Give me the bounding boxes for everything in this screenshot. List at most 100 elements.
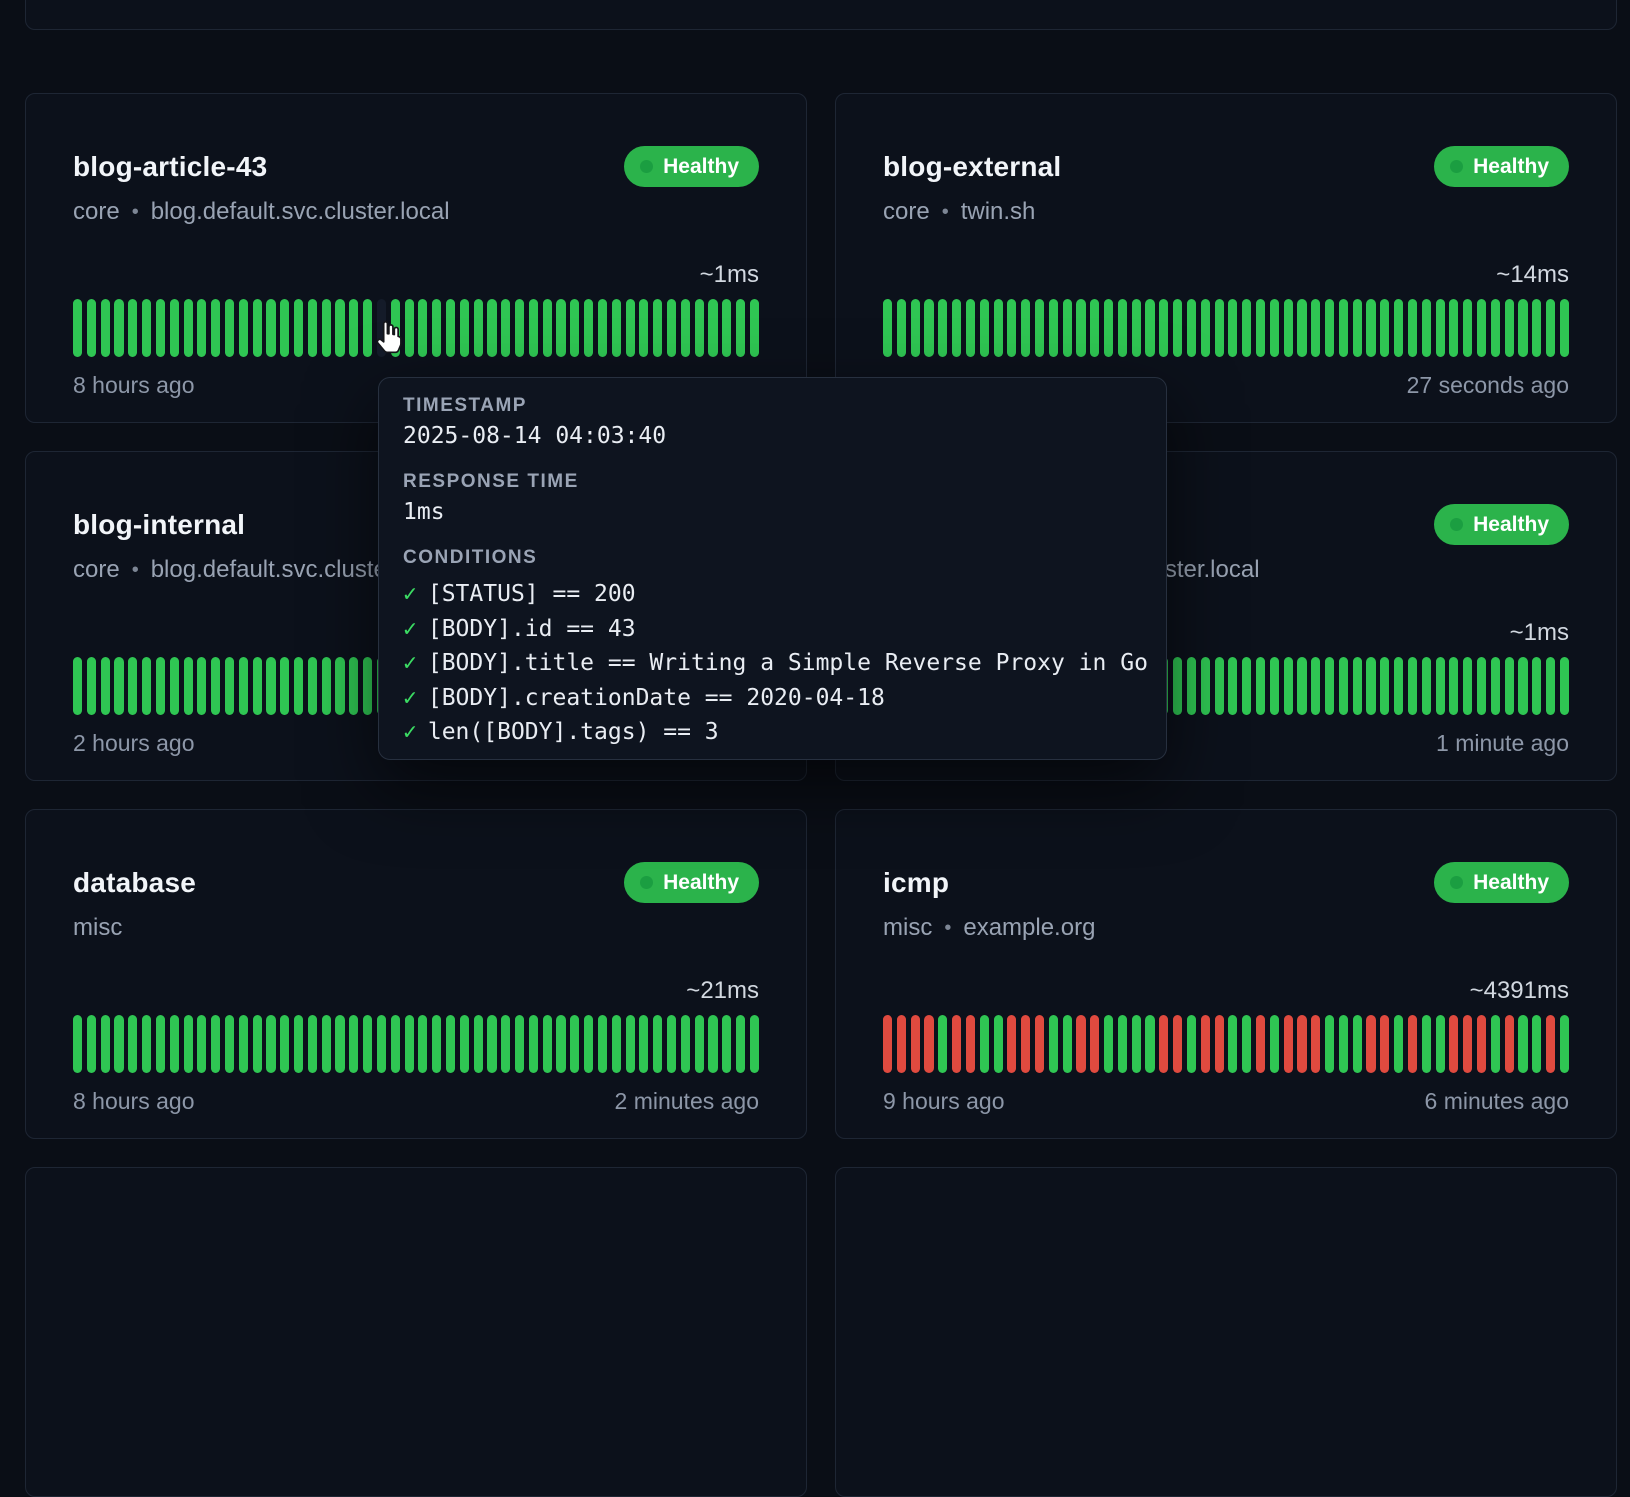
uptime-bar[interactable] <box>156 299 165 357</box>
uptime-bar[interactable] <box>1518 657 1527 715</box>
uptime-bar[interactable] <box>184 299 193 357</box>
uptime-bar[interactable] <box>87 299 96 357</box>
uptime-bar[interactable] <box>1118 1015 1127 1073</box>
uptime-bar[interactable] <box>1449 299 1458 357</box>
uptime-bar[interactable] <box>966 299 975 357</box>
uptime-bar[interactable] <box>377 1015 386 1073</box>
uptime-bar[interactable] <box>501 299 510 357</box>
uptime-bar[interactable] <box>994 299 1003 357</box>
uptime-bar[interactable] <box>1518 1015 1527 1073</box>
uptime-bar[interactable] <box>1546 657 1555 715</box>
uptime-bar[interactable] <box>225 299 234 357</box>
uptime-bar[interactable] <box>1242 299 1251 357</box>
uptime-bar[interactable] <box>1049 1015 1058 1073</box>
uptime-bar[interactable] <box>73 299 82 357</box>
uptime-bar[interactable] <box>1007 299 1016 357</box>
uptime-bar[interactable] <box>501 1015 510 1073</box>
uptime-bar[interactable] <box>1228 657 1237 715</box>
uptime-bar[interactable] <box>211 657 220 715</box>
uptime-bar[interactable] <box>460 299 469 357</box>
uptime-bar[interactable] <box>1297 657 1306 715</box>
uptime-bar[interactable] <box>612 1015 621 1073</box>
uptime-bar[interactable] <box>1325 657 1334 715</box>
uptime-bar[interactable] <box>1201 657 1210 715</box>
uptime-bar[interactable] <box>1021 1015 1030 1073</box>
uptime-bar[interactable] <box>432 299 441 357</box>
uptime-bar[interactable] <box>1132 1015 1141 1073</box>
uptime-bar[interactable] <box>322 657 331 715</box>
uptime-bar[interactable] <box>1297 299 1306 357</box>
uptime-bar[interactable] <box>128 299 137 357</box>
uptime-bar[interactable] <box>1380 299 1389 357</box>
uptime-bar[interactable] <box>418 1015 427 1073</box>
uptime-bar[interactable] <box>924 1015 933 1073</box>
uptime-bar[interactable] <box>938 1015 947 1073</box>
uptime-bar[interactable] <box>211 299 220 357</box>
uptime-bar[interactable] <box>280 657 289 715</box>
uptime-bar[interactable] <box>225 657 234 715</box>
uptime-bar[interactable] <box>239 299 248 357</box>
uptime-bar[interactable] <box>1436 299 1445 357</box>
uptime-bar[interactable] <box>639 1015 648 1073</box>
uptime-bar[interactable] <box>349 657 358 715</box>
uptime-bar[interactable] <box>1546 1015 1555 1073</box>
uptime-bar[interactable] <box>211 1015 220 1073</box>
uptime-bar[interactable] <box>1228 1015 1237 1073</box>
uptime-bar[interactable] <box>1242 1015 1251 1073</box>
uptime-bar[interactable] <box>681 1015 690 1073</box>
uptime-bar[interactable] <box>432 1015 441 1073</box>
uptime-bar[interactable] <box>1049 299 1058 357</box>
uptime-bar[interactable] <box>1021 299 1030 357</box>
uptime-bar[interactable] <box>460 1015 469 1073</box>
uptime-bar[interactable] <box>446 1015 455 1073</box>
uptime-bar[interactable] <box>266 657 275 715</box>
uptime-bar[interactable] <box>239 657 248 715</box>
uptime-bar[interactable] <box>1353 657 1362 715</box>
uptime-bar[interactable] <box>363 1015 372 1073</box>
uptime-bar[interactable] <box>1159 299 1168 357</box>
uptime-bar[interactable] <box>1145 1015 1154 1073</box>
uptime-bar[interactable] <box>1477 299 1486 357</box>
uptime-bar[interactable] <box>335 299 344 357</box>
uptime-bar[interactable] <box>1104 299 1113 357</box>
uptime-bar[interactable] <box>695 299 704 357</box>
uptime-bar[interactable] <box>294 299 303 357</box>
uptime-bar[interactable] <box>73 1015 82 1073</box>
uptime-bar[interactable] <box>253 299 262 357</box>
uptime-bar[interactable] <box>1201 1015 1210 1073</box>
uptime-bar[interactable] <box>1505 657 1514 715</box>
uptime-bar[interactable] <box>1339 657 1348 715</box>
uptime-bar[interactable] <box>1491 657 1500 715</box>
service-card[interactable]: blog-external Healthy core • twin.sh ~14… <box>835 93 1617 423</box>
uptime-bar[interactable] <box>487 299 496 357</box>
uptime-bar[interactable] <box>1187 1015 1196 1073</box>
uptime-bar[interactable] <box>1436 657 1445 715</box>
uptime-bar[interactable] <box>391 1015 400 1073</box>
uptime-bar[interactable] <box>529 1015 538 1073</box>
uptime-bar[interactable] <box>598 299 607 357</box>
uptime-bar[interactable] <box>556 299 565 357</box>
uptime-bar[interactable] <box>1090 299 1099 357</box>
uptime-bar[interactable] <box>1159 1015 1168 1073</box>
uptime-bar[interactable] <box>750 1015 759 1073</box>
uptime-bar[interactable] <box>170 1015 179 1073</box>
uptime-bar[interactable] <box>1311 657 1320 715</box>
uptime-bar[interactable] <box>1256 1015 1265 1073</box>
uptime-bar[interactable] <box>1256 657 1265 715</box>
uptime-bar[interactable] <box>1215 299 1224 357</box>
uptime-bar[interactable] <box>87 657 96 715</box>
uptime-bar[interactable] <box>667 1015 676 1073</box>
uptime-bar[interactable] <box>156 657 165 715</box>
uptime-bar[interactable] <box>1560 657 1569 715</box>
uptime-bar[interactable] <box>1560 299 1569 357</box>
uptime-bar[interactable] <box>1532 657 1541 715</box>
uptime-bar[interactable] <box>1256 299 1265 357</box>
uptime-bar[interactable] <box>543 1015 552 1073</box>
uptime-bar[interactable] <box>1007 1015 1016 1073</box>
uptime-bar[interactable] <box>349 1015 358 1073</box>
uptime-bar[interactable] <box>1311 1015 1320 1073</box>
uptime-bar[interactable] <box>170 657 179 715</box>
uptime-bar[interactable] <box>1118 299 1127 357</box>
uptime-bar[interactable] <box>294 1015 303 1073</box>
uptime-bar[interactable] <box>1463 1015 1472 1073</box>
